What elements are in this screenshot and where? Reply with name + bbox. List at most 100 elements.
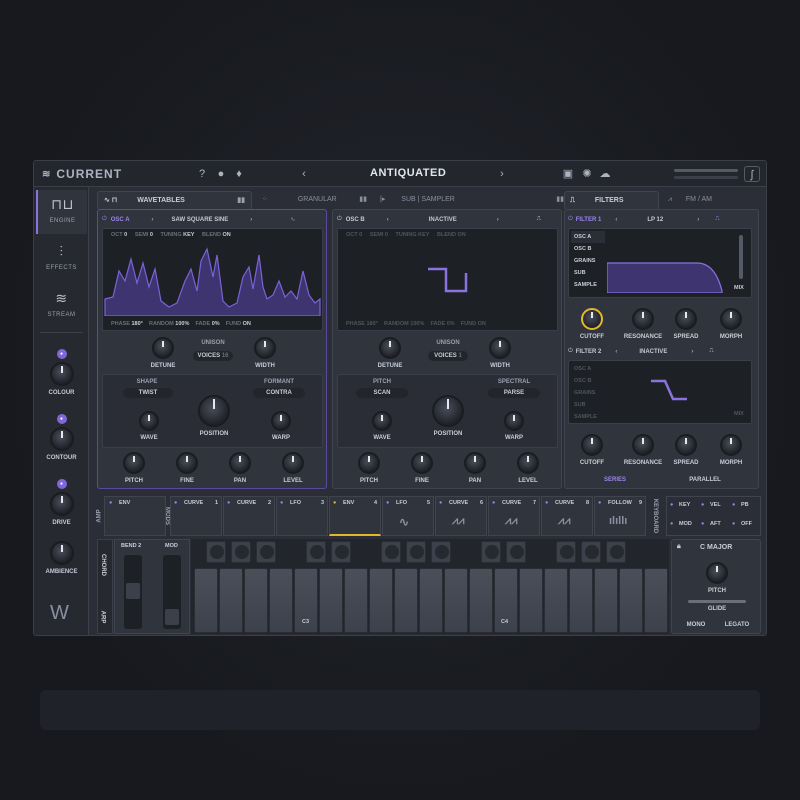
white-key[interactable] — [419, 568, 443, 633]
pitch-bend-wheel[interactable] — [124, 555, 142, 629]
phase-value[interactable]: 180° — [131, 321, 142, 327]
random-value[interactable]: 100% — [175, 321, 189, 327]
width-knob[interactable] — [254, 337, 276, 359]
tab-fm-am[interactable]: ⩘ FM / AM — [664, 191, 759, 209]
glide-slider[interactable] — [688, 600, 746, 603]
mod-wheel[interactable] — [163, 555, 181, 629]
filter-1-display[interactable]: OSC A OSC B GRAINS SUB SAMPLE MIX — [568, 228, 752, 298]
semi-value[interactable]: 0 — [150, 232, 153, 238]
black-key[interactable] — [431, 541, 451, 563]
oct-value[interactable]: 0 — [359, 232, 362, 238]
fine-knob[interactable] — [411, 452, 433, 474]
position-knob[interactable] — [198, 395, 230, 427]
mod-slot-2[interactable]: ● CURVE 2 — [223, 496, 275, 536]
cutoff-knob[interactable] — [581, 308, 603, 330]
fund-value[interactable]: ON — [243, 321, 251, 327]
amp-env-slot[interactable]: ● ENV — [104, 496, 166, 536]
macro-drive[interactable]: ● DRIVE — [38, 479, 85, 526]
blend-value[interactable]: ON — [223, 232, 231, 238]
phase-value[interactable]: 180° — [366, 321, 377, 327]
tuning-value[interactable]: KEY — [418, 232, 429, 238]
power-icon[interactable]: ⏻ — [568, 348, 573, 355]
level-knob[interactable] — [517, 452, 539, 474]
black-key[interactable] — [581, 541, 601, 563]
bell-icon[interactable]: ♦ — [231, 166, 247, 182]
source-osc-a[interactable]: OSC A — [571, 363, 605, 375]
source-sample[interactable]: SAMPLE — [571, 411, 605, 423]
filter-1-type[interactable]: LP 12 — [647, 217, 663, 223]
white-key[interactable]: C4 — [494, 568, 518, 633]
formant-selector[interactable]: CONTRA — [253, 388, 305, 398]
black-key[interactable] — [481, 541, 501, 563]
mod-slot-7[interactable]: ● CURVE 7 ⩘⩘ — [488, 496, 540, 536]
black-key[interactable] — [231, 541, 251, 563]
black-key[interactable] — [556, 541, 576, 563]
black-key[interactable] — [381, 541, 401, 563]
semi-value[interactable]: 0 — [385, 232, 388, 238]
gear-icon[interactable]: ✺ — [579, 166, 595, 182]
resonance-knob[interactable] — [632, 308, 654, 330]
black-key[interactable] — [206, 541, 226, 563]
spectral-selector[interactable]: PARSE — [488, 388, 540, 398]
white-key[interactable] — [194, 568, 218, 633]
wave-knob[interactable] — [139, 411, 159, 431]
white-key[interactable] — [444, 568, 468, 633]
colour-knob[interactable] — [49, 362, 74, 386]
series-button[interactable]: SERIES — [595, 475, 635, 485]
tab-wavetables[interactable]: ∿ ⊓ WAVETABLES ▮▮ — [97, 191, 252, 209]
vel-source[interactable]: VEL — [710, 502, 721, 508]
fade-value[interactable]: 0% — [447, 321, 455, 327]
power-icon[interactable]: ⏻ — [337, 216, 342, 223]
spread-knob[interactable] — [675, 434, 697, 456]
mod-source[interactable]: MOD — [679, 521, 692, 527]
white-key[interactable] — [269, 568, 293, 633]
help-icon[interactable]: ? — [194, 166, 210, 182]
voices-selector[interactable]: VOICES 1 — [428, 351, 468, 361]
key-source[interactable]: KEY — [679, 502, 690, 508]
width-knob[interactable] — [489, 337, 511, 359]
lock-icon[interactable]: 🔒︎ — [677, 543, 681, 551]
prev-wave-icon[interactable]: ‹ — [152, 217, 154, 223]
white-key[interactable] — [519, 568, 543, 633]
chord-tab[interactable]: CHORD — [100, 554, 106, 576]
pb-source[interactable]: PB — [741, 502, 749, 508]
legato-button[interactable]: LEGATO — [716, 622, 758, 628]
white-key[interactable] — [394, 568, 418, 633]
scale-name[interactable]: C MAJOR — [700, 544, 732, 551]
oct-value[interactable]: 0 — [124, 232, 127, 238]
white-key[interactable] — [619, 568, 643, 633]
detune-knob[interactable] — [379, 337, 401, 359]
black-key[interactable] — [406, 541, 426, 563]
ambience-knob[interactable] — [49, 541, 74, 565]
tuning-value[interactable]: KEY — [183, 232, 194, 238]
black-key[interactable] — [506, 541, 526, 563]
preset-name[interactable]: ANTIQUATED — [370, 167, 446, 179]
pan-knob[interactable] — [464, 452, 486, 474]
white-key[interactable]: C3 — [294, 568, 318, 633]
source-osc-a[interactable]: OSC A — [571, 231, 605, 243]
warp-knob[interactable] — [504, 411, 524, 431]
source-osc-b[interactable]: OSC B — [571, 243, 605, 255]
black-key[interactable] — [331, 541, 351, 563]
fund-value[interactable]: ON — [478, 321, 486, 327]
contour-knob[interactable] — [49, 427, 74, 451]
morph-knob[interactable] — [720, 308, 742, 330]
nav-stream[interactable]: ≋ STREAM — [36, 284, 87, 328]
source-grains[interactable]: GRAINS — [571, 387, 605, 399]
nav-engine[interactable]: ⊓⊔ ENGINE — [36, 190, 87, 234]
wave-knob[interactable] — [372, 411, 392, 431]
cloud-icon[interactable]: ☁ — [597, 166, 613, 182]
wave-name[interactable]: SAW SQUARE SINE — [172, 217, 229, 223]
aft-source[interactable]: AFT — [710, 521, 721, 527]
pan-knob[interactable] — [229, 452, 251, 474]
prev-type-icon[interactable]: ‹ — [615, 349, 617, 355]
mod-slot-6[interactable]: ● CURVE 6 ⩘⩘ — [435, 496, 487, 536]
white-key[interactable] — [469, 568, 493, 633]
tab-filters[interactable]: ⎍ FILTERS — [564, 191, 659, 209]
drive-knob[interactable] — [49, 492, 74, 516]
level-knob[interactable] — [282, 452, 304, 474]
mod-slot-4[interactable]: ● ENV 4 — [329, 496, 381, 536]
mod-slot-8[interactable]: ● CURVE 8 ⩘⩘ — [541, 496, 593, 536]
mod-slot-9[interactable]: ● FOLLOW 9 ılıllı — [594, 496, 646, 536]
black-key[interactable] — [606, 541, 626, 563]
